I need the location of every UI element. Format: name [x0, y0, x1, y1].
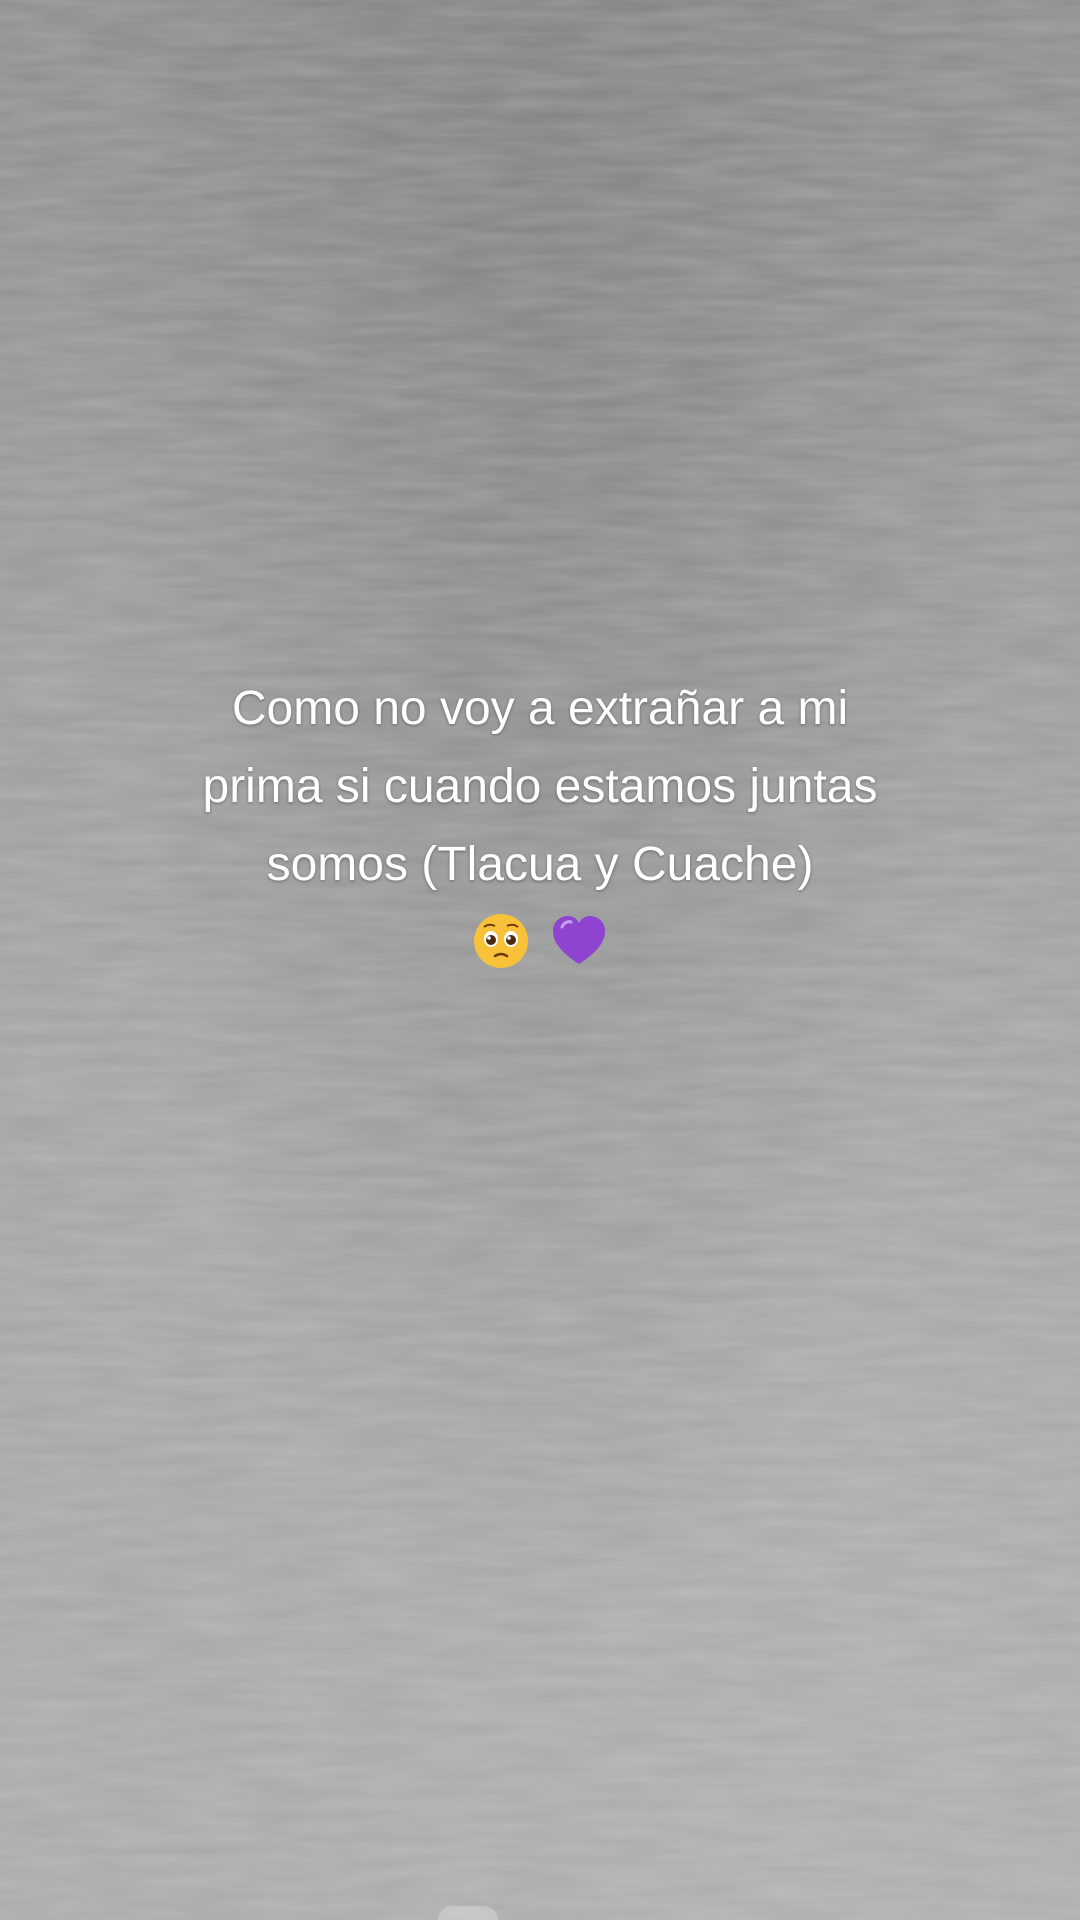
caption: Como no voy a extrañar a mi prima si cua…	[90, 670, 990, 972]
bottom-indicator	[438, 1906, 498, 1920]
caption-line-1: Como no voy a extrañar a mi	[231, 682, 849, 735]
pleading-face-icon	[474, 914, 529, 969]
caption-line-2: prima si cuando estamos juntas	[202, 760, 878, 813]
emoji-row	[90, 906, 990, 972]
caption-line-3: somos (Tlacua y Cuache)	[266, 838, 814, 891]
purple-heart-icon	[552, 916, 605, 965]
